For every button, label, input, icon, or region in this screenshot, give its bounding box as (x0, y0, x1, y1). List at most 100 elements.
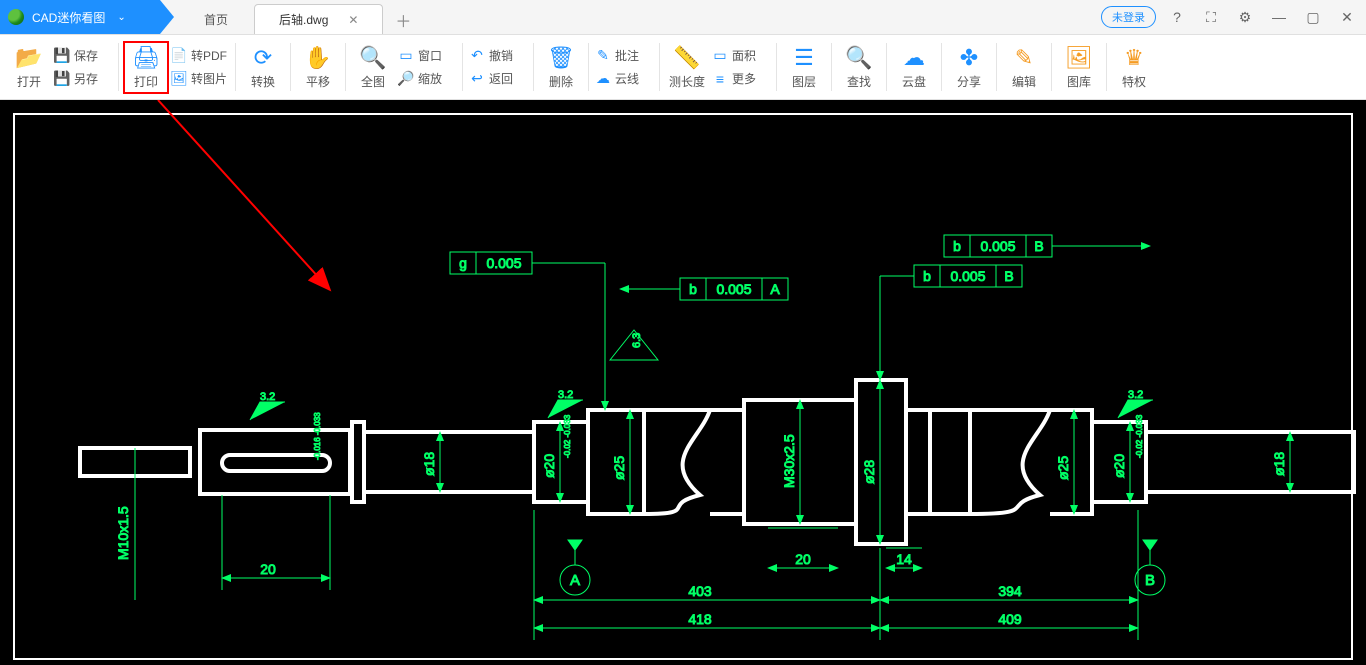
edit-icon: ✎ (1011, 45, 1037, 71)
share-button[interactable]: ✤分享 (946, 45, 992, 90)
clouddisk-icon: ☁ (901, 45, 927, 71)
svg-text:ø28: ø28 (861, 460, 877, 484)
new-tab-button[interactable]: ＋ (389, 6, 417, 34)
svg-text:0.005: 0.005 (950, 268, 985, 284)
annotate-button[interactable]: ✎批注 (595, 47, 653, 64)
more-icon: ≡ (712, 71, 728, 87)
svg-text:M10x1.5: M10x1.5 (115, 506, 131, 560)
measure-button[interactable]: 📏测长度 (664, 45, 710, 90)
svg-text:14: 14 (896, 551, 912, 567)
svg-text:-0.016 -0.033: -0.016 -0.033 (313, 412, 322, 460)
layers-icon: ☰ (791, 45, 817, 71)
annotate-icon: ✎ (595, 48, 611, 64)
hand-icon: ✋ (305, 45, 331, 71)
svg-text:0.005: 0.005 (486, 255, 521, 271)
edit-button[interactable]: ✎编辑 (1001, 45, 1047, 90)
svg-text:ø25: ø25 (611, 456, 627, 480)
tab-label: 后轴.dwg (279, 11, 328, 28)
drawing-canvas[interactable]: M10x1.5 20 3.2 ø18 -0.016 -0.033 ø20 -0.… (0, 100, 1366, 665)
layer-button[interactable]: ☰图层 (781, 45, 827, 90)
image-icon: 🖼 (171, 71, 187, 87)
svg-text:ø20: ø20 (541, 454, 557, 478)
svg-text:ø25: ø25 (1055, 456, 1071, 480)
saveas-button[interactable]: 💾另存 (54, 70, 112, 87)
svg-text:0.005: 0.005 (980, 238, 1015, 254)
svg-text:409: 409 (998, 611, 1022, 627)
svg-text:B: B (1145, 572, 1155, 589)
title-bar: CAD迷你看图 ⌄ 首页 后轴.dwg ✕ ＋ 未登录 ? ⛶ ⚙ — ▢ ✕ (0, 0, 1366, 34)
fullscreen-icon[interactable]: ⛶ (1198, 4, 1224, 30)
zoom-icon: 🔎 (398, 71, 414, 87)
convert-button[interactable]: ⟳转换 (240, 45, 286, 90)
app-logo-icon (8, 9, 24, 25)
save-button[interactable]: 💾保存 (54, 47, 112, 64)
fit-button[interactable]: 🔍全图 (350, 45, 396, 90)
area-button[interactable]: ▭面积 (712, 47, 770, 64)
window-button[interactable]: ▭窗口 (398, 47, 456, 64)
pan-button[interactable]: ✋平移 (295, 45, 341, 90)
svg-text:20: 20 (795, 551, 811, 567)
help-icon[interactable]: ? (1164, 4, 1190, 30)
to-image-button[interactable]: 🖼转图片 (171, 70, 229, 87)
svg-text:3.2: 3.2 (558, 389, 573, 401)
svg-text:403: 403 (688, 583, 712, 599)
svg-text:ø18: ø18 (1271, 452, 1287, 476)
cloudline-button[interactable]: ☁云线 (595, 70, 653, 87)
tab-close-icon[interactable]: ✕ (348, 13, 358, 27)
back-button[interactable]: ↩返回 (469, 70, 527, 87)
svg-text:b: b (689, 281, 697, 297)
svg-text:b: b (923, 268, 931, 284)
minimize-icon[interactable]: — (1266, 4, 1292, 30)
maximize-icon[interactable]: ▢ (1300, 4, 1326, 30)
print-button[interactable]: 🖨 打印 (123, 41, 169, 94)
app-title: CAD迷你看图 (32, 9, 105, 26)
svg-text:B: B (1004, 268, 1013, 284)
area-icon: ▭ (712, 48, 728, 64)
pdf-icon: 📄 (171, 48, 187, 64)
chevron-down-icon: ⌄ (117, 12, 125, 23)
trash-icon: 🗑 (548, 45, 574, 71)
tab-home[interactable]: 首页 (180, 4, 252, 34)
svg-text:ø20: ø20 (1111, 454, 1127, 478)
undo-icon: ↶ (469, 48, 485, 64)
saveas-icon: 💾 (54, 71, 70, 87)
svg-text:B: B (1034, 238, 1043, 254)
login-button[interactable]: 未登录 (1101, 6, 1156, 28)
svg-text:ø18: ø18 (421, 452, 437, 476)
to-pdf-button[interactable]: 📄转PDF (171, 47, 229, 64)
search-icon: 🔍 (846, 45, 872, 71)
refresh-icon: ⟳ (250, 45, 276, 71)
tab-file[interactable]: 后轴.dwg ✕ (254, 4, 383, 34)
svg-text:20: 20 (260, 561, 276, 577)
gallery-icon: 🖼 (1066, 45, 1092, 71)
share-icon: ✤ (956, 45, 982, 71)
fit-icon: 🔍 (360, 45, 386, 71)
open-button[interactable]: 📂 打开 (6, 45, 52, 90)
gallery-button[interactable]: 🖼图库 (1056, 45, 1102, 90)
svg-text:A: A (570, 572, 580, 589)
find-button[interactable]: 🔍查找 (836, 45, 882, 90)
ruler-icon: 📏 (674, 45, 700, 71)
svg-text:394: 394 (998, 583, 1022, 599)
delete-button[interactable]: 🗑删除 (538, 45, 584, 90)
close-window-icon[interactable]: ✕ (1334, 4, 1360, 30)
more-button[interactable]: ≡更多 (712, 70, 770, 87)
clouddisk-button[interactable]: ☁云盘 (891, 45, 937, 90)
svg-text:M30x2.5: M30x2.5 (781, 434, 797, 488)
tab-strip: 首页 后轴.dwg ✕ ＋ (180, 0, 417, 34)
printer-icon: 🖨 (133, 45, 159, 71)
svg-text:A: A (770, 281, 780, 297)
app-menu[interactable]: CAD迷你看图 ⌄ (0, 0, 160, 34)
svg-text:6.3: 6.3 (631, 333, 643, 348)
zoom-button[interactable]: 🔎缩放 (398, 70, 456, 87)
vip-button[interactable]: ♛特权 (1111, 45, 1157, 90)
save-icon: 💾 (54, 48, 70, 64)
svg-text:0.005: 0.005 (716, 281, 751, 297)
undo-button[interactable]: ↶撤销 (469, 47, 527, 64)
back-icon: ↩ (469, 71, 485, 87)
settings-icon[interactable]: ⚙ (1232, 4, 1258, 30)
svg-text:418: 418 (688, 611, 712, 627)
svg-text:-0.02 -0.033: -0.02 -0.033 (1135, 414, 1144, 458)
svg-text:3.2: 3.2 (1128, 389, 1143, 401)
folder-open-icon: 📂 (16, 45, 42, 71)
